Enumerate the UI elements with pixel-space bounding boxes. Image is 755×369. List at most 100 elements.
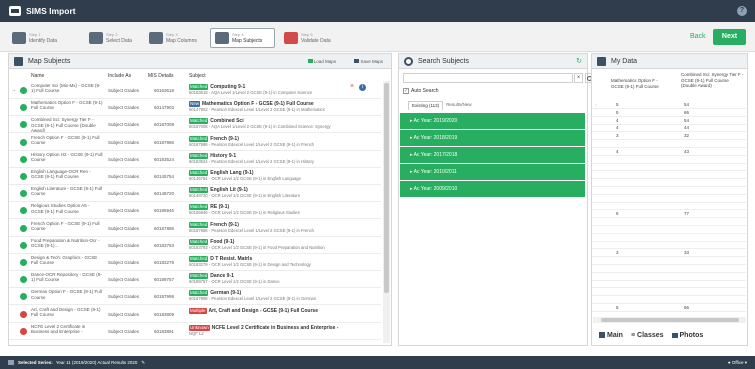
- row-include-as[interactable]: Subject Grades: [108, 312, 139, 317]
- refresh-icon[interactable]: ↻: [576, 57, 582, 65]
- row-include-as[interactable]: Subject Grades: [108, 140, 139, 145]
- row-include-as[interactable]: Subject Grades: [108, 243, 139, 248]
- row-include-as[interactable]: Subject Grades: [108, 88, 139, 93]
- data-row[interactable]: › 5 54: [592, 101, 746, 109]
- row-subject[interactable]: Matched Dance 9-1 60189757 - OCR Level 1/2…: [189, 273, 379, 285]
- column-header-combined-sci[interactable]: Combined Sci: Synergy Tier F - GCSE (9-1…: [681, 72, 745, 89]
- row-subject[interactable]: Matched Combined Sci 60187008 - AQA Level …: [189, 118, 379, 130]
- row-subject[interactable]: Matched English Lang (9-1) 60145754 - OCR …: [189, 170, 379, 182]
- table-row[interactable]: → Computer Sci (Mix-Mx) - GCSE (9-1) Full…: [9, 82, 381, 99]
- help-icon[interactable]: ?: [737, 6, 747, 16]
- data-row[interactable]: [592, 288, 746, 297]
- data-row[interactable]: [592, 202, 746, 211]
- data-row[interactable]: [592, 234, 746, 242]
- column-header-name[interactable]: Name: [31, 73, 44, 79]
- office-menu[interactable]: ● Office ▾: [728, 360, 747, 366]
- data-row[interactable]: [592, 156, 746, 164]
- row-include-as[interactable]: Subject Grades: [108, 294, 139, 299]
- tab-classes[interactable]: ≡ Classes: [631, 332, 664, 339]
- table-row[interactable]: English Literature - GCSE (9-1) Full Cou…: [9, 185, 381, 203]
- table-row[interactable]: Food Preparation & Nutrition-Ocr - GCSE …: [9, 237, 381, 254]
- auto-search-checkbox[interactable]: ✓: [403, 88, 409, 94]
- step-identify-data[interactable]: Step 1 Identify Data: [8, 28, 61, 48]
- table-row[interactable]: French Option F - GCSE (9-1) Full Course…: [9, 134, 381, 151]
- column-header-subject[interactable]: Subject: [189, 73, 206, 79]
- table-row[interactable]: English Language-OCR Ren - GCSE (9-1) Fu…: [9, 168, 381, 185]
- scrollbar-thumb[interactable]: [601, 318, 739, 322]
- save-maps-button[interactable]: Save Maps: [354, 58, 383, 64]
- row-subject[interactable]: Matched English Lit (9-1) 60148720 - OCR L…: [189, 187, 379, 199]
- data-row[interactable]: [592, 140, 746, 148]
- data-row[interactable]: 5 66: [592, 304, 746, 312]
- row-subject[interactable]: Matched Computing 9-1 60183618 - AQA Level…: [189, 84, 379, 96]
- row-subject[interactable]: Multiple Art, Craft and Design - GCSE (9-…: [189, 307, 379, 314]
- table-row[interactable]: Mathematics Option F - GCSE (9-1) Full C…: [9, 99, 381, 117]
- data-row[interactable]: [592, 257, 746, 265]
- row-subject[interactable]: Matched RE (9-1) 60185946 - OCR Level 1/2 …: [189, 204, 379, 216]
- row-subject[interactable]: Matched German (9-1) 60187998 - Pearson Ed…: [189, 290, 379, 302]
- search-input[interactable]: [403, 73, 573, 83]
- data-row[interactable]: [592, 241, 746, 250]
- data-row[interactable]: [592, 171, 746, 180]
- row-include-as[interactable]: Subject Grades: [108, 191, 139, 196]
- row-include-as[interactable]: Subject Grades: [108, 329, 139, 334]
- data-row[interactable]: 6 77: [592, 210, 746, 219]
- row-subject[interactable]: Unknown NCFE Level 2 Certificate in Busin…: [189, 324, 379, 337]
- column-header-maths[interactable]: Mathematics Option F - GCSE (9-1) Full C…: [611, 78, 671, 89]
- table-row[interactable]: German Option F - GCSE (9-1) Full Course…: [9, 288, 381, 306]
- data-row[interactable]: 3 33: [592, 249, 746, 258]
- data-row[interactable]: 4 54: [592, 117, 746, 125]
- data-row[interactable]: 4 44: [592, 124, 746, 133]
- data-row[interactable]: [592, 265, 746, 273]
- data-row[interactable]: [592, 218, 746, 226]
- auto-search-toggle[interactable]: ✓ Auto Search: [403, 88, 439, 94]
- step-map-columns[interactable]: Step 3 Map Columns: [145, 28, 201, 48]
- row-include-as[interactable]: Subject Grades: [108, 226, 139, 231]
- row-subject[interactable]: Matched French (9-1) 60187886 - Pearson Ed…: [189, 135, 379, 148]
- data-row[interactable]: 5 66: [592, 109, 746, 117]
- year-row-2017-2018[interactable]: ▸ Ac Year: 2017/2018: [400, 147, 585, 163]
- horizontal-scrollbar[interactable]: [593, 317, 746, 323]
- load-maps-button[interactable]: Load Maps: [307, 58, 336, 64]
- table-row[interactable]: History Option H2 - GCSE (9-1) Full Cour…: [9, 151, 381, 168]
- column-header-mis-details[interactable]: MIS Details: [148, 73, 174, 79]
- table-row[interactable]: Religious Studies Option A5 - GCSE (9-1)…: [9, 202, 381, 220]
- column-header-include-as[interactable]: Include As: [108, 73, 131, 79]
- tab-photos[interactable]: Photos: [671, 332, 703, 339]
- edit-icon[interactable]: ✎: [141, 360, 145, 366]
- step-map-subjects[interactable]: Step 4 Map Subjects: [210, 28, 275, 48]
- tab-existing[interactable]: Existing (113): [408, 101, 444, 110]
- row-include-as[interactable]: Subject Grades: [108, 208, 139, 213]
- table-row[interactable]: Dance-OCR Repository - GCSE (9-1) Full C…: [9, 271, 381, 289]
- row-subject[interactable]: Matched French (9-1) 60187886 - Pearson Ed…: [189, 221, 379, 234]
- row-include-as[interactable]: Subject Grades: [108, 157, 139, 162]
- scrollbar[interactable]: [383, 81, 390, 343]
- scrollbar-thumb[interactable]: [384, 83, 389, 293]
- step-validate-data[interactable]: Step 5 Validate Data: [280, 28, 335, 48]
- table-row[interactable]: Design & Tech: Graphics - GCSE Full Cour…: [9, 254, 381, 271]
- data-row[interactable]: [592, 280, 746, 289]
- data-row[interactable]: 4 43: [592, 148, 746, 156]
- table-row[interactable]: Art, Craft and Design - GCSE (9-1) Full …: [9, 306, 381, 323]
- data-row[interactable]: 3 32: [592, 132, 746, 141]
- table-row[interactable]: French Option F - GCSE (9-1) Full Course…: [9, 220, 381, 237]
- back-button[interactable]: Back: [690, 33, 706, 40]
- row-selector[interactable]: ›: [595, 102, 597, 107]
- row-subject[interactable]: New Mathematics Option F - GCSE (9-1) Ful…: [189, 101, 379, 113]
- data-row[interactable]: [592, 226, 746, 234]
- data-row[interactable]: [592, 296, 746, 304]
- row-include-as[interactable]: Subject Grades: [108, 122, 139, 127]
- year-row-2009-2010[interactable]: ▸ Ac Year: 2009/2010: [400, 181, 585, 197]
- data-row[interactable]: [592, 163, 746, 172]
- data-row[interactable]: [592, 179, 746, 187]
- step-select-data[interactable]: Step 2 Select Data: [85, 28, 136, 48]
- table-row[interactable]: NCFE Level 2 Certificate in Business and…: [9, 323, 381, 340]
- row-include-as[interactable]: Subject Grades: [108, 105, 139, 110]
- row-subject[interactable]: Matched D T Resist. Matrls 60183279 - OCR …: [189, 256, 379, 268]
- year-row-2019-2020[interactable]: ▸ Ac Year: 2019/2020: [400, 113, 585, 129]
- data-row[interactable]: [592, 195, 746, 203]
- tab-main[interactable]: Main: [599, 332, 623, 339]
- table-row[interactable]: Combined Sci: Synergy Tier F - GCSE (9-1…: [9, 116, 381, 134]
- search-clear-button[interactable]: ×: [574, 73, 583, 83]
- year-row-2018-2019[interactable]: ▸ Ac Year: 2018/2019: [400, 130, 585, 146]
